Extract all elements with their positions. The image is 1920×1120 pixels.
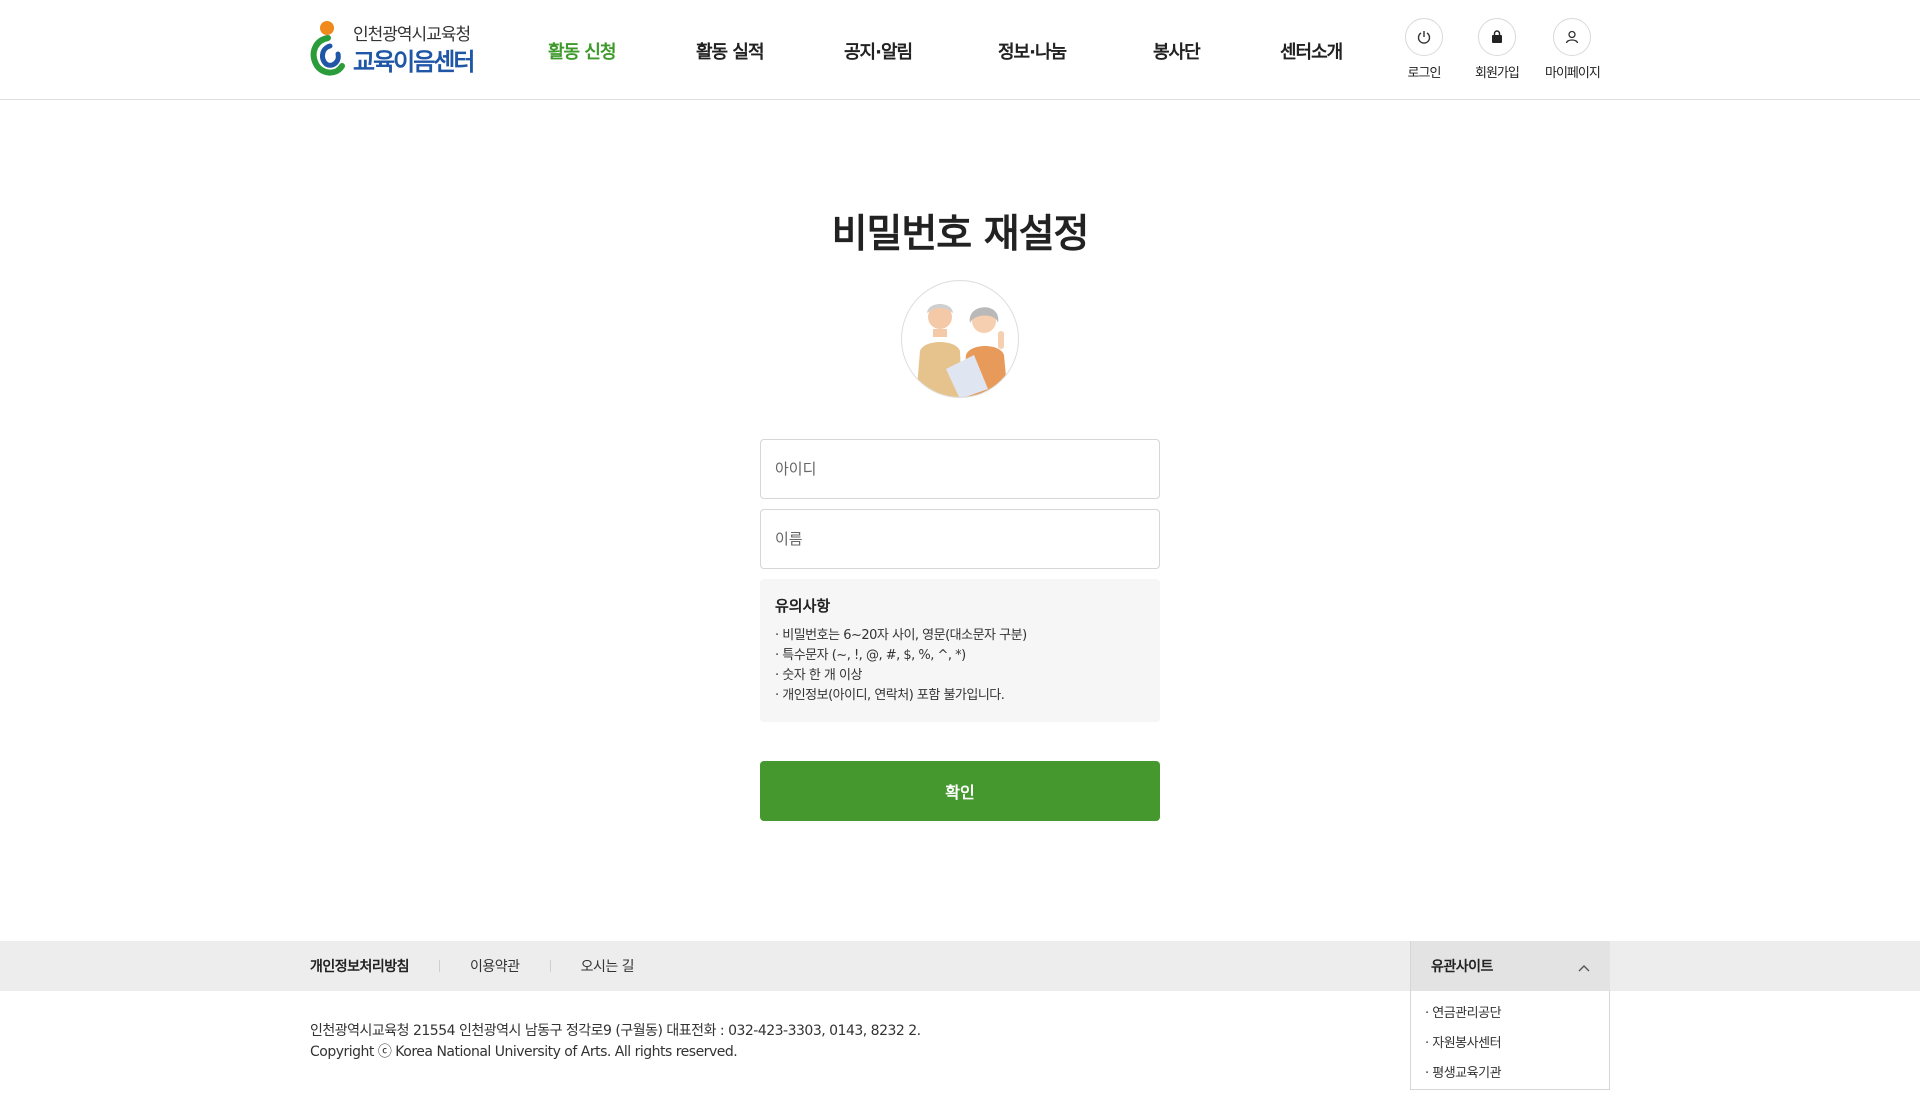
notice-line: · 특수문자 (~, !, @, #, $, %, ^, *) xyxy=(775,648,966,663)
seniors-illustration xyxy=(901,280,1019,398)
power-icon xyxy=(1405,18,1443,56)
footer-bar: 개인정보처리방침 이용약관 오시는 길 xyxy=(0,941,1920,991)
mypage-label: 마이페이지 xyxy=(1545,66,1601,81)
logo-title: 교육이음센터 xyxy=(353,47,475,76)
user-icon xyxy=(1553,18,1592,56)
footer-divider xyxy=(439,960,441,972)
family-site-toggle[interactable]: 유관사이트 xyxy=(1410,941,1610,991)
family-site-title: 유관사이트 xyxy=(1431,959,1493,975)
nav-info-share[interactable]: 정보·나눔 xyxy=(998,38,1067,64)
chevron-up-icon xyxy=(1578,957,1590,976)
notice-title: 유의사항 xyxy=(775,597,831,615)
footer-address: 인천광역시교육청 21554 인천광역시 남동구 정각로9 (구월동) 대표전화… xyxy=(310,1023,921,1039)
login-button[interactable]: 로그인 xyxy=(1405,18,1443,81)
footer-links: 개인정보처리방침 이용약관 오시는 길 xyxy=(310,941,635,991)
nav-activity-apply[interactable]: 활동 신청 xyxy=(548,38,617,64)
nav-notice[interactable]: 공지·알림 xyxy=(844,38,913,64)
family-site-item[interactable]: · 연금관리공단 xyxy=(1425,999,1595,1029)
privacy-policy-link[interactable]: 개인정보처리방침 xyxy=(310,956,410,976)
family-site-item[interactable]: · 자원봉사센터 xyxy=(1425,1029,1595,1059)
notice-line: · 비밀번호는 6~20자 사이, 영문(대소문자 구분) xyxy=(775,628,1027,643)
bag-icon xyxy=(1477,18,1516,56)
logo-mark-icon xyxy=(308,20,350,80)
user-id-input[interactable] xyxy=(760,439,1160,499)
directions-link[interactable]: 오시는 길 xyxy=(581,956,635,976)
notice-line: · 숫자 한 개 이상 xyxy=(775,668,862,683)
footer-address-block: 인천광역시교육청 21554 인천광역시 남동구 정각로9 (구월동) 대표전화… xyxy=(310,1021,921,1063)
mypage-button[interactable]: 마이페이지 xyxy=(1545,18,1601,81)
page-title: 비밀번호 재설정 xyxy=(831,212,1090,257)
notice-line: · 개인정보(아이디, 연락처) 포함 불가입니다. xyxy=(775,688,1005,703)
nav-activity-record[interactable]: 활동 실적 xyxy=(696,38,765,64)
footer-divider xyxy=(549,960,551,972)
login-label: 로그인 xyxy=(1407,66,1442,81)
confirm-button[interactable]: 확인 xyxy=(760,761,1160,821)
terms-link[interactable]: 이용약관 xyxy=(470,956,520,976)
notice-box: 유의사항 · 비밀번호는 6~20자 사이, 영문(대소문자 구분) · 특수문… xyxy=(760,579,1160,722)
site-logo[interactable]: 인천광역시교육청 교육이음센터 xyxy=(308,20,488,80)
user-name-input[interactable] xyxy=(760,509,1160,569)
nav-center-intro[interactable]: 센터소개 xyxy=(1280,38,1343,64)
family-site-list: · 연금관리공단 · 자원봉사센터 · 평생교육기관 xyxy=(1410,991,1610,1090)
signup-button[interactable]: 회원가입 xyxy=(1475,18,1520,81)
site-header: 인천광역시교육청 교육이음센터 활동 신청 활동 실적 공지·알림 정보·나눔 … xyxy=(0,0,1920,100)
signup-label: 회원가입 xyxy=(1475,66,1520,81)
footer-copyright: Copyright ⓒ Korea National University of… xyxy=(310,1044,738,1060)
family-site-item[interactable]: · 평생교육기관 xyxy=(1425,1059,1595,1089)
logo-subtitle: 인천광역시교육청 xyxy=(353,24,471,45)
nav-volunteer-group[interactable]: 봉사단 xyxy=(1153,38,1201,64)
